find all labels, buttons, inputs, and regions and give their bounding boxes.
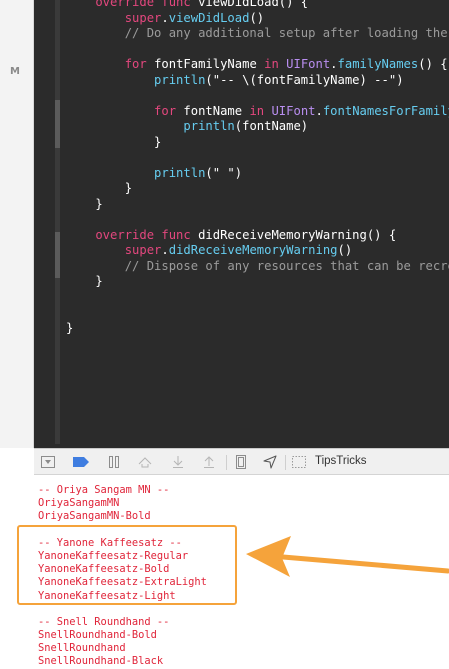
code-token: super bbox=[66, 243, 162, 257]
code-token: familyNames bbox=[337, 57, 419, 71]
code-token: override func bbox=[66, 227, 199, 242]
code-token: // Do any additional setup after loading… bbox=[124, 26, 448, 40]
navigator-gutter: M bbox=[0, 0, 34, 448]
console-line: OriyaSangamMN bbox=[38, 497, 120, 510]
code-token: // Dispose of any resources that can be … bbox=[124, 258, 449, 273]
code-token: () { bbox=[418, 57, 448, 71]
code-token: super bbox=[66, 10, 162, 25]
code-token: } bbox=[66, 320, 74, 335]
console-line: OriyaSangamMN-Bold bbox=[38, 510, 151, 523]
code-token: } bbox=[66, 134, 162, 149]
debug-target-label[interactable]: TipsTricks bbox=[315, 455, 367, 467]
step-into-icon[interactable] bbox=[170, 455, 186, 469]
code-token: . bbox=[161, 243, 169, 257]
code-line: } bbox=[66, 274, 449, 290]
code-token: ("-- \(fontFamilyName) --") bbox=[205, 72, 404, 87]
code-token: UIFont bbox=[286, 57, 331, 71]
view-hierarchy-icon[interactable] bbox=[233, 455, 249, 469]
code-token: println bbox=[66, 165, 206, 180]
code-token: () bbox=[337, 243, 353, 257]
change-marker bbox=[55, 232, 60, 278]
console-line: -- Oriya Sangam MN -- bbox=[38, 484, 170, 496]
code-line: for fontFamilyName in UIFont.familyNames… bbox=[66, 57, 449, 73]
code-token: viewDidLoad() { bbox=[198, 0, 309, 9]
code-line: } bbox=[66, 321, 449, 337]
code-token: for bbox=[66, 103, 184, 118]
console-line: -- Snell Roundhand -- bbox=[38, 615, 170, 628]
code-line: super.didReceiveMemoryWarning() bbox=[66, 243, 449, 259]
breakpoint-icon[interactable] bbox=[73, 455, 89, 469]
code-token: () bbox=[249, 10, 265, 25]
code-token: (" ") bbox=[205, 165, 243, 180]
code-line: super.viewDidLoad() bbox=[66, 11, 449, 27]
code-line: override func didReceiveMemoryWarning() … bbox=[66, 228, 449, 244]
code-token: } bbox=[66, 274, 103, 288]
code-token: } bbox=[66, 196, 103, 211]
code-line: } bbox=[66, 197, 449, 213]
code-token: . bbox=[315, 103, 323, 118]
toolbar-divider bbox=[226, 455, 227, 470]
step-out-icon[interactable] bbox=[201, 455, 217, 469]
scheme-icon[interactable] bbox=[291, 455, 307, 469]
source-code[interactable]: override func viewDidLoad() { super.view… bbox=[66, 0, 449, 336]
code-line: // Dispose of any resources that can be … bbox=[66, 259, 449, 275]
code-token: println bbox=[66, 72, 206, 87]
code-line: // Do any additional setup after loading… bbox=[66, 26, 449, 42]
location-icon[interactable] bbox=[262, 455, 278, 469]
code-token: . bbox=[330, 57, 338, 71]
code-token: viewDidLoad bbox=[168, 10, 250, 25]
code-token: } bbox=[66, 181, 133, 195]
code-line: println(fontName) bbox=[66, 119, 449, 135]
code-editor[interactable]: override func viewDidLoad() { super.view… bbox=[34, 0, 449, 448]
code-line: println("-- \(fontFamilyName) --") bbox=[66, 73, 449, 89]
console-line: SnellRoundhand bbox=[38, 642, 126, 655]
code-token: in bbox=[249, 103, 272, 118]
debug-toolbar: TipsTricks bbox=[34, 448, 449, 475]
scm-modified-badge: M bbox=[10, 66, 20, 77]
code-token: fontFamilyName bbox=[154, 57, 265, 71]
code-line: } bbox=[66, 135, 449, 151]
code-token: override func bbox=[66, 0, 199, 9]
step-over-icon[interactable] bbox=[137, 455, 153, 469]
console-line: SnellRoundhand-Bold bbox=[38, 629, 157, 642]
console-line: SnellRoundhand-Black bbox=[38, 655, 164, 668]
highlight-annotation-box bbox=[17, 525, 237, 605]
change-marker bbox=[55, 100, 60, 148]
code-token: (fontName) bbox=[234, 119, 309, 133]
code-token: in bbox=[264, 57, 287, 71]
code-line: println(" ") bbox=[66, 166, 449, 182]
code-token: didReceiveMemoryWarning() { bbox=[198, 227, 397, 242]
code-token: fontNamesForFamilyName bbox=[322, 103, 449, 118]
hide-console-icon[interactable] bbox=[40, 455, 56, 469]
code-token: . bbox=[161, 10, 169, 25]
code-line: override func viewDidLoad() { bbox=[66, 0, 449, 11]
pause-icon[interactable] bbox=[106, 455, 122, 469]
code-line: } bbox=[66, 181, 449, 197]
code-token: UIFont bbox=[271, 103, 316, 118]
code-token: fontName bbox=[183, 103, 250, 118]
code-token: didReceiveMemoryWarning bbox=[168, 243, 338, 257]
code-token: println bbox=[66, 119, 235, 133]
code-token: for bbox=[66, 57, 155, 71]
toolbar-divider bbox=[285, 455, 286, 470]
change-bar bbox=[55, 0, 60, 444]
code-line: for fontName in UIFont.fontNamesForFamil… bbox=[66, 104, 449, 120]
